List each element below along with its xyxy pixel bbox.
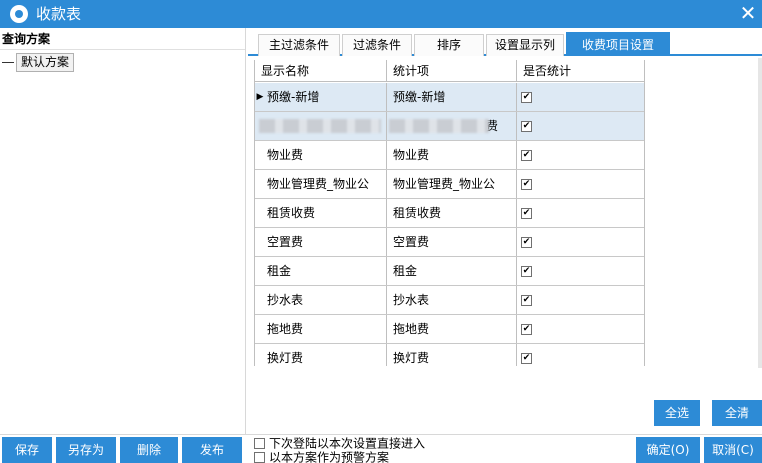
cell-is-counted: ✔	[517, 228, 644, 256]
option-enter-directly[interactable]: 下次登陆以本次设置直接进入	[254, 436, 426, 451]
column-header-display-name[interactable]: 显示名称	[255, 60, 387, 82]
save-as-button[interactable]: 另存为	[56, 437, 116, 463]
column-header-is-counted[interactable]: 是否统计	[517, 60, 644, 82]
is-counted-checkbox[interactable]: ✔	[521, 121, 532, 132]
divider	[0, 434, 762, 435]
cell-is-counted: ✔	[517, 170, 644, 198]
cell-stat-item[interactable]: 拖地费	[387, 315, 517, 343]
tree-item-label[interactable]: 默认方案	[16, 52, 75, 72]
table-row[interactable]: 租赁收费 租赁收费 ✔	[255, 199, 644, 228]
cancel-button[interactable]: 取消(C)	[704, 437, 762, 463]
is-counted-checkbox[interactable]: ✔	[521, 237, 532, 248]
cell-stat-item[interactable]: 物业费	[387, 141, 517, 169]
alert-scheme-label: 以本方案作为预警方案	[269, 450, 390, 463]
cell-display-name[interactable]: 物业费	[255, 141, 387, 169]
cell-stat-item[interactable]: 租赁收费	[387, 199, 517, 227]
tab-charge-items[interactable]: 收费项目设置	[566, 32, 670, 56]
cell-stat-item[interactable]: 空置费	[387, 228, 517, 256]
cell-is-counted: ✔	[517, 344, 644, 366]
column-header-stat-item[interactable]: 统计项	[387, 60, 517, 82]
is-counted-checkbox[interactable]: ✔	[521, 150, 532, 161]
cell-is-counted: ✔	[517, 315, 644, 343]
clear-all-button[interactable]: 全清	[712, 400, 762, 426]
cell-display-name[interactable]: 抄水表	[255, 286, 387, 314]
delete-button[interactable]: 删除	[120, 437, 178, 463]
cell-is-counted: ✔	[517, 286, 644, 314]
cell-display-name[interactable]: 拖地费	[255, 315, 387, 343]
title-bar: 收款表 ✕	[0, 0, 762, 28]
tab-sort[interactable]: 排序	[414, 34, 484, 56]
select-all-button[interactable]: 全选	[654, 400, 700, 426]
alert-scheme-checkbox[interactable]	[254, 452, 265, 463]
enter-directly-checkbox[interactable]	[254, 438, 265, 449]
cell-display-name[interactable]: 物业管理费_物业公	[255, 170, 387, 198]
cell-display-name[interactable]: 租金	[255, 257, 387, 285]
is-counted-checkbox[interactable]: ✔	[521, 324, 532, 335]
grid-header: 显示名称 统计项 是否统计	[255, 60, 644, 82]
table-row[interactable]: 抄水表 抄水表 ✔	[255, 286, 644, 315]
table-row[interactable]: ▶ 预缴-新增 预缴-新增 ✔	[255, 83, 644, 112]
publish-button[interactable]: 发布	[182, 437, 242, 463]
redacted-text	[259, 119, 381, 133]
cell-is-counted: ✔	[517, 83, 644, 111]
tab-filter[interactable]: 过滤条件	[342, 34, 412, 56]
is-counted-checkbox[interactable]: ✔	[521, 179, 532, 190]
tree-item-default-scheme[interactable]: 默认方案	[0, 52, 75, 72]
cell-display-name[interactable]: 换灯费	[255, 344, 387, 366]
cell-stat-item[interactable]: 物业管理费_物业公	[387, 170, 517, 198]
query-scheme-header: 查询方案	[0, 28, 245, 50]
table-row[interactable]: 拖地费 拖地费 ✔	[255, 315, 644, 344]
cell-display-name[interactable]: 预缴-新增	[255, 83, 387, 111]
vertical-scrollbar[interactable]	[758, 58, 762, 368]
enter-directly-label: 下次登陆以本次设置直接进入	[269, 436, 426, 451]
table-row[interactable]: 费 ✔	[255, 112, 644, 141]
charge-items-grid: 显示名称 统计项 是否统计 ▶ 预缴-新增 预缴-新增 ✔ 费 ✔ 物业费 物业费 ✔ 物业管理费…	[254, 60, 644, 366]
is-counted-checkbox[interactable]: ✔	[521, 353, 532, 364]
save-button[interactable]: 保存	[2, 437, 52, 463]
cell-is-counted: ✔	[517, 141, 644, 169]
cell-stat-item[interactable]: 抄水表	[387, 286, 517, 314]
cell-is-counted: ✔	[517, 257, 644, 285]
tree-connector	[2, 61, 14, 63]
table-row[interactable]: 换灯费 换灯费 ✔	[255, 344, 644, 366]
tab-display-columns[interactable]: 设置显示列	[486, 34, 564, 56]
redacted-text	[389, 119, 489, 133]
app-logo-icon	[10, 5, 28, 23]
is-counted-checkbox[interactable]: ✔	[521, 266, 532, 277]
is-counted-checkbox[interactable]: ✔	[521, 295, 532, 306]
is-counted-checkbox[interactable]: ✔	[521, 92, 532, 103]
cell-is-counted: ✔	[517, 199, 644, 227]
ok-button[interactable]: 确定(O)	[636, 437, 700, 463]
cell-display-name[interactable]: 空置费	[255, 228, 387, 256]
table-row[interactable]: 租金 租金 ✔	[255, 257, 644, 286]
close-icon[interactable]: ✕	[734, 0, 762, 28]
table-row[interactable]: 物业费 物业费 ✔	[255, 141, 644, 170]
cell-stat-item[interactable]: 换灯费	[387, 344, 517, 366]
table-row[interactable]: 物业管理费_物业公 物业管理费_物业公 ✔	[255, 170, 644, 199]
tab-bar: 主过滤条件 过滤条件 排序 设置显示列 收费项目设置	[248, 32, 762, 56]
option-alert-scheme[interactable]: 以本方案作为预警方案	[254, 450, 389, 463]
grid-empty-area	[644, 60, 758, 366]
cell-stat-item[interactable]: 预缴-新增	[387, 83, 517, 111]
cell-is-counted: ✔	[517, 112, 644, 140]
table-row[interactable]: 空置费 空置费 ✔	[255, 228, 644, 257]
tab-main-filter[interactable]: 主过滤条件	[258, 34, 340, 56]
query-scheme-panel: 查询方案 默认方案	[0, 28, 246, 434]
window-title: 收款表	[36, 5, 82, 23]
cell-display-name[interactable]: 租赁收费	[255, 199, 387, 227]
is-counted-checkbox[interactable]: ✔	[521, 208, 532, 219]
cell-stat-item[interactable]: 租金	[387, 257, 517, 285]
